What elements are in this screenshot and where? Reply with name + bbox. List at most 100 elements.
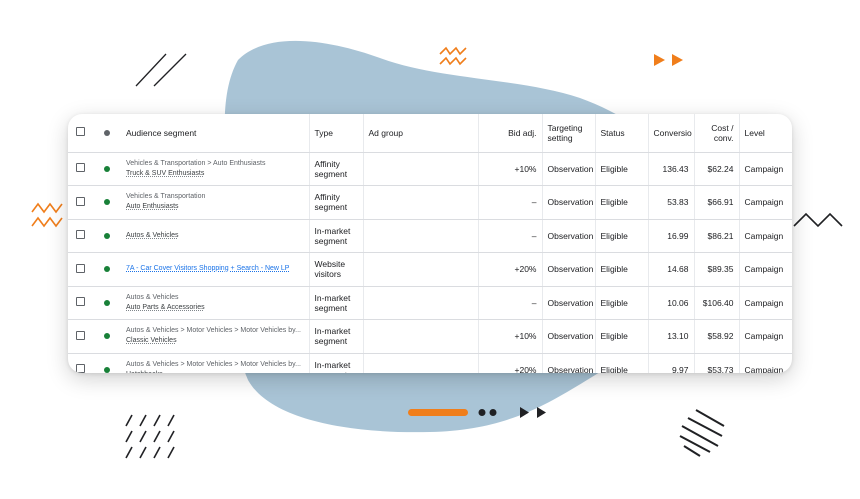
targeting-setting-cell: Observation [542, 353, 596, 373]
row-checkbox[interactable] [75, 163, 85, 173]
row-checkbox[interactable] [75, 196, 85, 206]
table-row[interactable]: Autos & Vehicles > Motor Vehicles > Moto… [68, 319, 792, 354]
ad-group-cell [363, 152, 479, 186]
audience-segment-cell: Autos & Vehicles > Motor Vehicles > Moto… [121, 319, 310, 354]
segment-name-link[interactable]: Autos & Vehicles [126, 231, 304, 241]
cost-per-conv-cell: $53.73 [694, 353, 740, 373]
table-row[interactable]: Vehicles & Transportation Auto Enthusias… [68, 185, 792, 220]
progress-bar-dots-decoration [408, 407, 546, 418]
ad-group-cell [363, 353, 479, 373]
type-cell: In-marketsegment [309, 219, 364, 253]
column-header-targeting-setting[interactable]: Targeting setting [542, 114, 596, 153]
table-row[interactable]: Autos & Vehicles > Motor Vehicles > Moto… [68, 353, 792, 373]
column-header-conversions[interactable]: Conversio [648, 114, 695, 153]
level-cell: Campaign [739, 319, 792, 354]
enabled-status-dot-icon [103, 199, 110, 206]
segment-path: Vehicles & Transportation > Auto Enthusi… [126, 159, 266, 167]
select-all-checkbox[interactable] [75, 127, 85, 137]
audience-segment-cell: 7A - Car Cover Visitors Shopping + Searc… [121, 252, 310, 287]
targeting-setting-cell: Observation [542, 219, 596, 253]
segment-path: Autos & Vehicles > Motor Vehicles > Moto… [126, 327, 301, 335]
ad-group-cell [363, 286, 479, 320]
enabled-status-dot-icon [103, 165, 110, 172]
table-row[interactable]: Autos & Vehicles In-market segment – Obse… [68, 219, 792, 253]
column-header-type[interactable]: Type [309, 114, 364, 153]
bid-adj-cell[interactable]: +10% [478, 152, 543, 186]
targeting-setting-cell: Observation [542, 185, 596, 220]
diagonal-stripes-decoration [679, 409, 725, 457]
targeting-setting-cell: Observation [542, 152, 596, 186]
level-cell: Campaign [739, 353, 792, 373]
column-header-cost-per-conv[interactable]: Cost / conv. [694, 114, 740, 153]
slash-lines-decoration [135, 53, 187, 87]
cost-per-conv-cell: $89.35 [694, 252, 740, 287]
segment-name-link[interactable]: Auto Enthusiasts [126, 202, 304, 212]
cost-per-conv-cell: $62.24 [694, 152, 740, 186]
ad-group-cell [363, 185, 479, 220]
column-header-level[interactable]: Level [739, 114, 792, 153]
segment-path: Vehicles & Transportation [126, 193, 206, 201]
conversions-cell: 16.99 [648, 219, 695, 253]
level-cell: Campaign [739, 219, 792, 253]
audience-segment-cell: Autos & Vehicles Auto Parts & Accessorie… [121, 286, 310, 320]
audience-segment-cell: Autos & Vehicles > Motor Vehicles > Moto… [121, 353, 310, 373]
enabled-status-dot-icon [103, 366, 110, 373]
segment-path: Autos & Vehicles [126, 293, 179, 301]
row-checkbox[interactable] [75, 297, 85, 307]
hatch-lines-decoration [125, 414, 175, 459]
audience-segment-cell: Vehicles & Transportation > Auto Enthusi… [121, 152, 310, 186]
table-row[interactable]: 7A - Car Cover Visitors Shopping + Searc… [68, 252, 792, 287]
column-header-ad-group[interactable]: Ad group [363, 114, 479, 153]
row-checkbox[interactable] [75, 364, 85, 373]
level-cell: Campaign [739, 252, 792, 287]
bid-adj-cell[interactable]: – [478, 185, 543, 220]
bid-adj-cell[interactable]: – [478, 286, 543, 320]
table-row[interactable]: Autos & Vehicles Auto Parts & Accessorie… [68, 286, 792, 320]
segment-name-link[interactable]: Classic Vehicles [126, 336, 304, 346]
row-checkbox[interactable] [75, 330, 85, 340]
enabled-status-dot-icon [103, 299, 110, 306]
cost-per-conv-cell: $66.91 [694, 185, 740, 220]
cost-per-conv-cell: $106.40 [694, 286, 740, 320]
conversions-cell: 136.43 [648, 152, 695, 186]
bid-adj-cell[interactable]: +10% [478, 319, 543, 354]
cost-per-conv-cell: $58.92 [694, 319, 740, 354]
audience-segment-cell: Vehicles & Transportation Auto Enthusias… [121, 185, 310, 220]
segment-name-link[interactable]: Truck & SUV Enthusiasts [126, 169, 304, 179]
segment-name-link[interactable]: Hatchbacks [126, 370, 304, 373]
bid-adj-cell[interactable]: +20% [478, 353, 543, 373]
ad-group-cell [363, 252, 479, 287]
targeting-setting-cell: Observation [542, 319, 596, 354]
ad-group-cell [363, 319, 479, 354]
targeting-setting-cell: Observation [542, 252, 596, 287]
conversions-cell: 14.68 [648, 252, 695, 287]
zigzag-left-decoration [31, 202, 63, 228]
table-row[interactable]: Vehicles & Transportation > Auto Enthusi… [68, 152, 792, 186]
play-arrows-orange-decoration [654, 54, 683, 66]
targeting-setting-cell: Observation [542, 286, 596, 320]
zigzag-right-decoration [793, 212, 843, 228]
enabled-status-dot-icon [103, 232, 110, 239]
type-cell: In-marketsegment [309, 286, 364, 320]
segment-path: Autos & Vehicles > Motor Vehicles > Moto… [126, 360, 301, 368]
bid-adj-cell[interactable]: – [478, 219, 543, 253]
enabled-status-dot-icon [103, 266, 110, 273]
row-checkbox[interactable] [75, 230, 85, 240]
bid-adj-cell[interactable]: +20% [478, 252, 543, 287]
status-dot-header-icon [103, 129, 110, 136]
column-header-status[interactable]: Status [595, 114, 649, 153]
status-cell: Eligible [595, 185, 649, 220]
audience-segments-table: Audience segment Type Ad group Bid adj. … [68, 114, 792, 373]
segment-name-link[interactable]: Auto Parts & Accessories [126, 303, 304, 313]
status-cell: Eligible [595, 286, 649, 320]
column-header-bid-adj[interactable]: Bid adj. [478, 114, 543, 153]
row-checkbox[interactable] [75, 263, 85, 273]
type-cell: Affinity segment [309, 185, 364, 220]
enabled-status-dot-icon [103, 333, 110, 340]
ad-group-cell [363, 219, 479, 253]
level-cell: Campaign [739, 286, 792, 320]
conversions-cell: 13.10 [648, 319, 695, 354]
conversions-cell: 53.83 [648, 185, 695, 220]
segment-name-link[interactable]: 7A - Car Cover Visitors Shopping + Searc… [126, 264, 304, 274]
column-header-audience-segment[interactable]: Audience segment [121, 114, 310, 153]
